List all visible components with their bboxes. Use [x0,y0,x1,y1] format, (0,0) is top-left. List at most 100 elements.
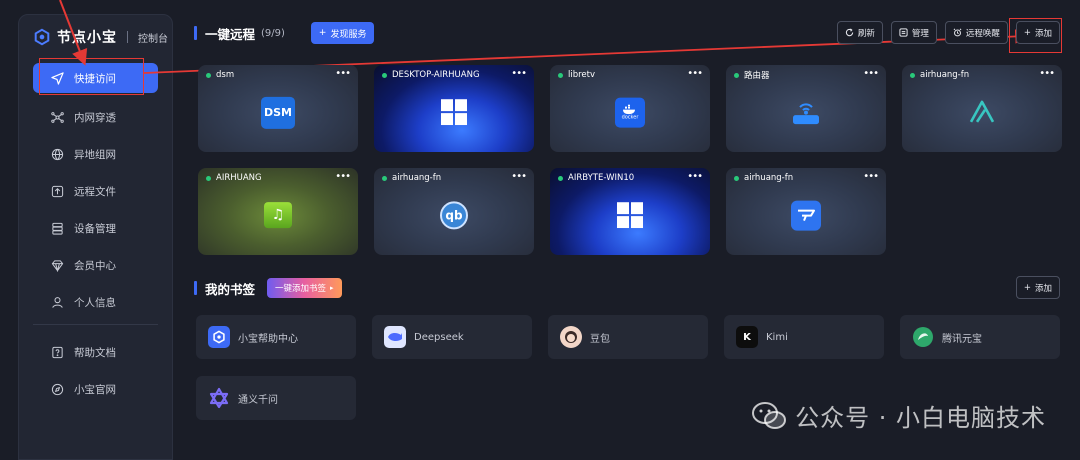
plus-icon: + [1023,27,1031,38]
plus-icon: + [1023,282,1031,293]
more-options-icon[interactable]: ••• [687,171,703,182]
manage-button[interactable]: 管理 [890,21,937,44]
dsm-icon: DSM [261,96,295,129]
remote-count: (9/9) [261,27,285,39]
card-name: airhuang-fn [744,173,794,183]
dsm-icon-text: DSM [264,105,292,119]
add-remote-label: 添加 [1034,28,1052,39]
bookmark-label: 豆包 [590,333,610,345]
card-name: airhuang-fn [392,173,442,183]
bookmark-item[interactable]: Deepseek [372,315,532,359]
add-bookmark-button[interactable]: + 添加 [1015,276,1060,299]
more-options-icon[interactable]: ••• [863,68,879,79]
manage-label: 管理 [911,28,929,39]
watermark: 公众号 · 小白电脑技术 [751,398,1046,433]
cursor-icon: ▸ [330,284,334,292]
more-options-icon[interactable]: ••• [335,68,351,79]
bookmark-label: Deepseek [414,331,464,343]
remote-section-header: 一键远程 (9/9) + 发现服务 [194,22,375,44]
bookmark-label: 小宝帮助中心 [238,333,298,345]
bookmark-item[interactable]: 豆包 [548,315,708,359]
quick-add-bookmark-label: 一键添加书签 [275,284,327,294]
wechat-icon [752,401,787,429]
remote-card[interactable]: airhuang-fn ••• qb [374,168,534,255]
card-header: airhuang-fn [726,168,886,188]
online-status-dot [206,175,211,181]
bookmark-item[interactable]: K Kimi [724,315,884,359]
more-options-icon[interactable]: ••• [511,68,527,79]
windows-icon [617,201,643,228]
bookmarks-title: 我的书签 [205,281,256,297]
section-marker [194,26,197,40]
windows-icon [441,98,467,125]
kimi-icon-text: K [743,331,751,343]
remote-card[interactable]: airhuang-fn ••• [902,65,1062,152]
card-name: 路由器 [744,71,770,81]
card-header: dsm [198,65,358,85]
online-status-dot [734,175,739,181]
online-status-dot [734,72,739,78]
card-header: airhuang-fn [374,168,534,188]
remote-card[interactable]: dsm ••• DSM [198,65,358,152]
online-status-dot [558,72,563,78]
refresh-icon [845,28,854,37]
kimi-icon: K [736,326,758,348]
bookmark-label: 腾讯元宝 [942,333,982,345]
remote-section-title: 一键远程 [205,26,256,42]
card-header: airhuang-fn [902,65,1062,85]
tongyi-icon [208,387,230,409]
plus-icon: + [318,28,327,38]
more-options-icon[interactable]: ••• [687,68,703,79]
remote-card[interactable]: airhuang-fn ••• [726,168,886,255]
deepseek-icon [384,326,406,348]
add-bookmark-label: 添加 [1034,283,1052,294]
card-header: AIRBYTE-WIN10 [550,168,710,188]
bookmarks-section-header: 我的书签 一键添加书签 ▸ [194,278,342,298]
bookmark-label: Kimi [766,331,788,343]
card-name: airhuang-fn [920,70,970,80]
remote-card[interactable]: AIRHUANG ••• ♫ [198,168,358,255]
docker-icon: docker [615,97,645,128]
remote-toolbar: 刷新 管理 远程唤醒 + 添加 [836,21,1060,44]
more-options-icon[interactable]: ••• [335,171,351,182]
remote-card[interactable]: AIRBYTE-WIN10 ••• [550,168,710,255]
fnos-icon [969,100,995,123]
section-marker [194,281,197,295]
bookmark-label: 通义千问 [238,394,278,406]
remote-card[interactable]: DESKTOP-AIRHUANG ••• [374,65,534,152]
card-name: AIRBYTE-WIN10 [568,173,635,183]
card-header: AIRHUANG [198,168,358,188]
card-name: DESKTOP-AIRHUANG [392,70,480,80]
discover-service-button[interactable]: + 发现服务 [310,22,375,44]
remote-card[interactable]: libretv ••• docker [550,65,710,152]
quick-add-bookmark-button[interactable]: 一键添加书签 ▸ [267,278,342,298]
bookmark-item[interactable]: 腾讯元宝 [900,315,1060,359]
add-remote-button[interactable]: + 添加 [1015,21,1060,44]
refresh-button[interactable]: 刷新 [836,21,883,44]
qbittorrent-icon-text: qb [445,207,463,222]
docker-icon-text: docker [621,114,639,121]
qbittorrent-icon: qb [440,200,468,229]
online-status-dot [558,175,563,181]
doubao-icon [560,326,582,348]
bookmark-item[interactable]: 通义千问 [196,376,356,420]
online-status-dot [910,72,915,78]
yuanbao-icon [912,326,934,348]
card-header: 路由器 [726,65,886,85]
bookmark-item[interactable]: 小宝帮助中心 [196,315,356,359]
remote-wake-button[interactable]: 远程唤醒 [944,21,1008,44]
card-name: dsm [216,70,235,80]
card-header: DESKTOP-AIRHUANG [374,65,534,85]
watermark-text: 公众号 · 小白电脑技术 [795,404,1046,432]
online-status-dot [382,175,387,181]
refresh-label: 刷新 [857,28,875,39]
card-header: libretv [550,65,710,85]
more-options-icon[interactable]: ••• [863,171,879,182]
remote-card[interactable]: 路由器 ••• [726,65,886,152]
main-content: 一键远程 (9/9) + 发现服务 刷新 管理 远程唤醒 + 添加 dsm ••… [184,0,1080,460]
more-options-icon[interactable]: ••• [511,171,527,182]
manage-icon [899,28,908,37]
app-icon [791,200,821,231]
router-icon [793,102,819,124]
more-options-icon[interactable]: ••• [1039,68,1055,79]
